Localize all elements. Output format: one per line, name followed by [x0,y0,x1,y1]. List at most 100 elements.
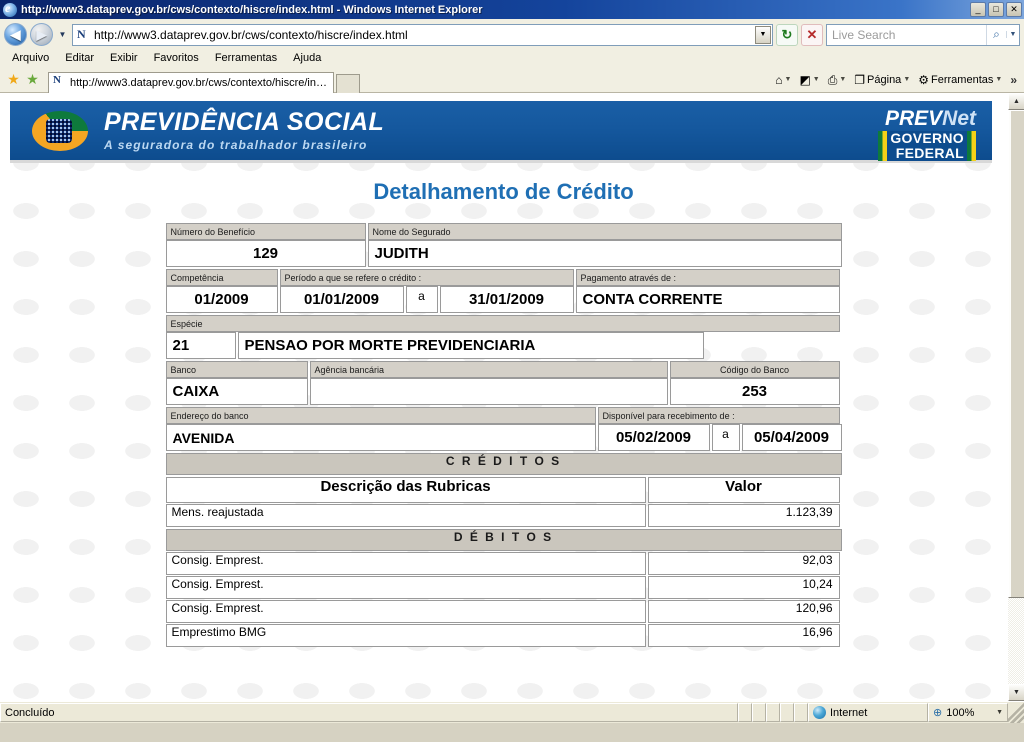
toolbar-overflow-icon[interactable]: » [1007,73,1020,87]
browser-tab[interactable]: http://www3.dataprev.gov.br/cws/contexto… [48,71,334,93]
menu-bar: Arquivo Editar Exibir Favoritos Ferramen… [0,48,1024,67]
site-header-banner: PREVIDÊNCIA SOCIAL A seguradora do traba… [10,101,992,163]
prevnet-wordmark: PREVNet [856,108,976,129]
tab-favicon-icon [53,74,66,89]
prevnet-logo: PREVNet GOVERNO FEDERAL [856,108,976,161]
table-row: Emprestimo BMG 16,96 [165,624,842,647]
table-row: Mens. reajustada 1.123,39 [165,504,842,527]
print-button[interactable]: ⎙ ▼ [825,74,850,86]
status-text: Concluído [0,703,738,722]
stop-icon[interactable]: ✕ [801,23,823,46]
zoom-control[interactable]: ⊕ 100% ▼ [928,703,1008,722]
table-row: Consig. Emprest. 120,96 [165,600,842,623]
feeds-caret-icon[interactable]: ▼ [813,76,820,83]
favorites-star-icon[interactable]: ★ [4,70,23,89]
governo-federal-text: GOVERNO FEDERAL [887,131,967,161]
creditos-section-band: C R É D I T O S [165,453,842,475]
feeds-button[interactable]: ◩ ▼ [796,74,822,86]
menu-item-editar[interactable]: Editar [57,51,102,65]
label-periodo-credito: Período a que se refere o crédito : [279,269,574,286]
search-box[interactable]: Live Search ⌕ ▼ [826,23,1020,46]
minimize-button[interactable]: _ [970,2,986,17]
scroll-down-button[interactable]: ▼ [1008,684,1024,701]
menu-item-ferramentas[interactable]: Ferramentas [207,51,285,65]
home-caret-icon[interactable]: ▼ [785,76,792,83]
row-competencia-headers: Competência Período a que se refere o cr… [165,269,842,286]
brand-tagline: A seguradora do trabalhador brasileiro [104,137,368,152]
status-bar: Concluído Internet ⊕ 100% ▼ [0,701,1024,723]
scrollbar-track[interactable] [1008,110,1024,684]
status-pip-1 [738,703,752,722]
page-icon: ❐ [854,72,866,87]
label-disponivel-recebimento: Disponível para recebimento de : [597,407,840,424]
recent-pages-caret-icon[interactable]: ▼ [56,30,69,39]
menu-item-favoritos[interactable]: Favoritos [146,51,207,65]
page-title: Detalhamento de Crédito [373,179,634,204]
credit-detail-form: Número do Benefício Nome do Segurado 129… [165,223,842,647]
close-button[interactable]: ✕ [1006,2,1022,17]
tab-label: http://www3.dataprev.gov.br/cws/contexto… [70,76,327,89]
row-endereco-headers: Endereço do banco Disponível para recebi… [165,407,842,424]
search-provider-caret-icon[interactable]: ▼ [1006,31,1019,38]
forward-button[interactable]: ▶ [30,23,53,46]
label-nome-segurado: Nome do Segurado [367,223,842,240]
table-row: Consig. Emprest. 92,03 [165,552,842,575]
menu-item-exibir[interactable]: Exibir [102,51,146,65]
resize-grip-icon[interactable] [1008,702,1024,723]
label-agencia-bancaria: Agência bancária [309,361,668,378]
page-menu-caret-icon[interactable]: ▼ [903,76,910,83]
brazil-flag-bar-icon [878,131,888,161]
status-pip-5 [794,703,808,722]
command-bar: ⌂ ▼ ◩ ▼ ⎙ ▼ ❐ Página ▼ ⚙ Ferramentas ▼ » [772,73,1020,87]
new-tab-button[interactable] [335,73,360,93]
governo-federal-mark: GOVERNO FEDERAL [856,131,976,161]
tools-menu-caret-icon[interactable]: ▼ [995,76,1002,83]
search-input[interactable]: Live Search [827,28,986,42]
row-competencia-values: 01/2009 01/01/2009 a 31/01/2009 CONTA CO… [165,286,842,313]
debito-valor: 92,03 [647,552,840,575]
governo-line: GOVERNO [890,130,964,146]
label-pagamento-atraves: Pagamento através de : [575,269,840,286]
scroll-up-button[interactable]: ▲ [1008,93,1024,110]
back-button[interactable]: ◀ [4,23,27,46]
refresh-icon[interactable]: ↻ [776,23,798,46]
zoom-magnifier-icon: ⊕ [933,707,943,719]
debito-valor: 120,96 [647,600,840,623]
address-dropdown-caret-icon[interactable]: ▼ [755,25,771,44]
label-numero-beneficio: Número do Benefício [165,223,366,240]
status-pip-3 [766,703,780,722]
debitos-section-band: D É B I T O S [165,529,842,551]
status-pip-4 [780,703,794,722]
zoom-caret-icon[interactable]: ▼ [996,709,1003,716]
status-pip-2 [752,703,766,722]
label-banco: Banco [165,361,308,378]
tools-menu-button[interactable]: ⚙ Ferramentas ▼ [915,74,1005,86]
value-agencia-bancaria [309,378,668,405]
table-row: Consig. Emprest. 10,24 [165,576,842,599]
row-endereco-values: AVENIDA 05/02/2009 a 05/04/2009 [165,424,842,451]
previdencia-social-logo-icon [32,110,88,151]
add-to-favorites-icon[interactable]: ★ [23,70,42,89]
menu-item-ajuda[interactable]: Ajuda [285,51,329,65]
window-title-bar: http://www3.dataprev.gov.br/cws/contexto… [0,0,1024,19]
row-beneficio-values: 129 JUDITH [165,240,842,267]
row-beneficio-headers: Número do Benefício Nome do Segurado [165,223,842,240]
maximize-restore-button[interactable]: □ [988,2,1004,17]
print-caret-icon[interactable]: ▼ [839,76,846,83]
creditos-column-headers: Descrição das Rubricas Valor [165,477,842,503]
debito-descricao: Consig. Emprest. [165,576,646,599]
page-scrollbar[interactable]: ▲ ▼ [1007,93,1024,701]
value-competencia: 01/2009 [165,286,278,313]
page-menu-button[interactable]: ❐ Página ▼ [851,74,913,86]
menu-item-arquivo[interactable]: Arquivo [4,51,57,65]
column-header-descricao-rubricas: Descrição das Rubricas [165,477,646,503]
home-button[interactable]: ⌂ ▼ [772,74,794,86]
brazil-flag-bar-icon-2 [967,131,976,161]
search-icon[interactable]: ⌕ [986,24,1006,45]
value-disponivel-ate: 05/04/2009 [741,424,842,451]
value-codigo-banco: 253 [669,378,840,405]
security-zone[interactable]: Internet [808,703,928,722]
scrollbar-thumb[interactable] [1008,110,1024,598]
address-input[interactable]: http://www3.dataprev.gov.br/cws/contexto… [72,23,773,46]
row-banco-values: CAIXA 253 [165,378,842,405]
